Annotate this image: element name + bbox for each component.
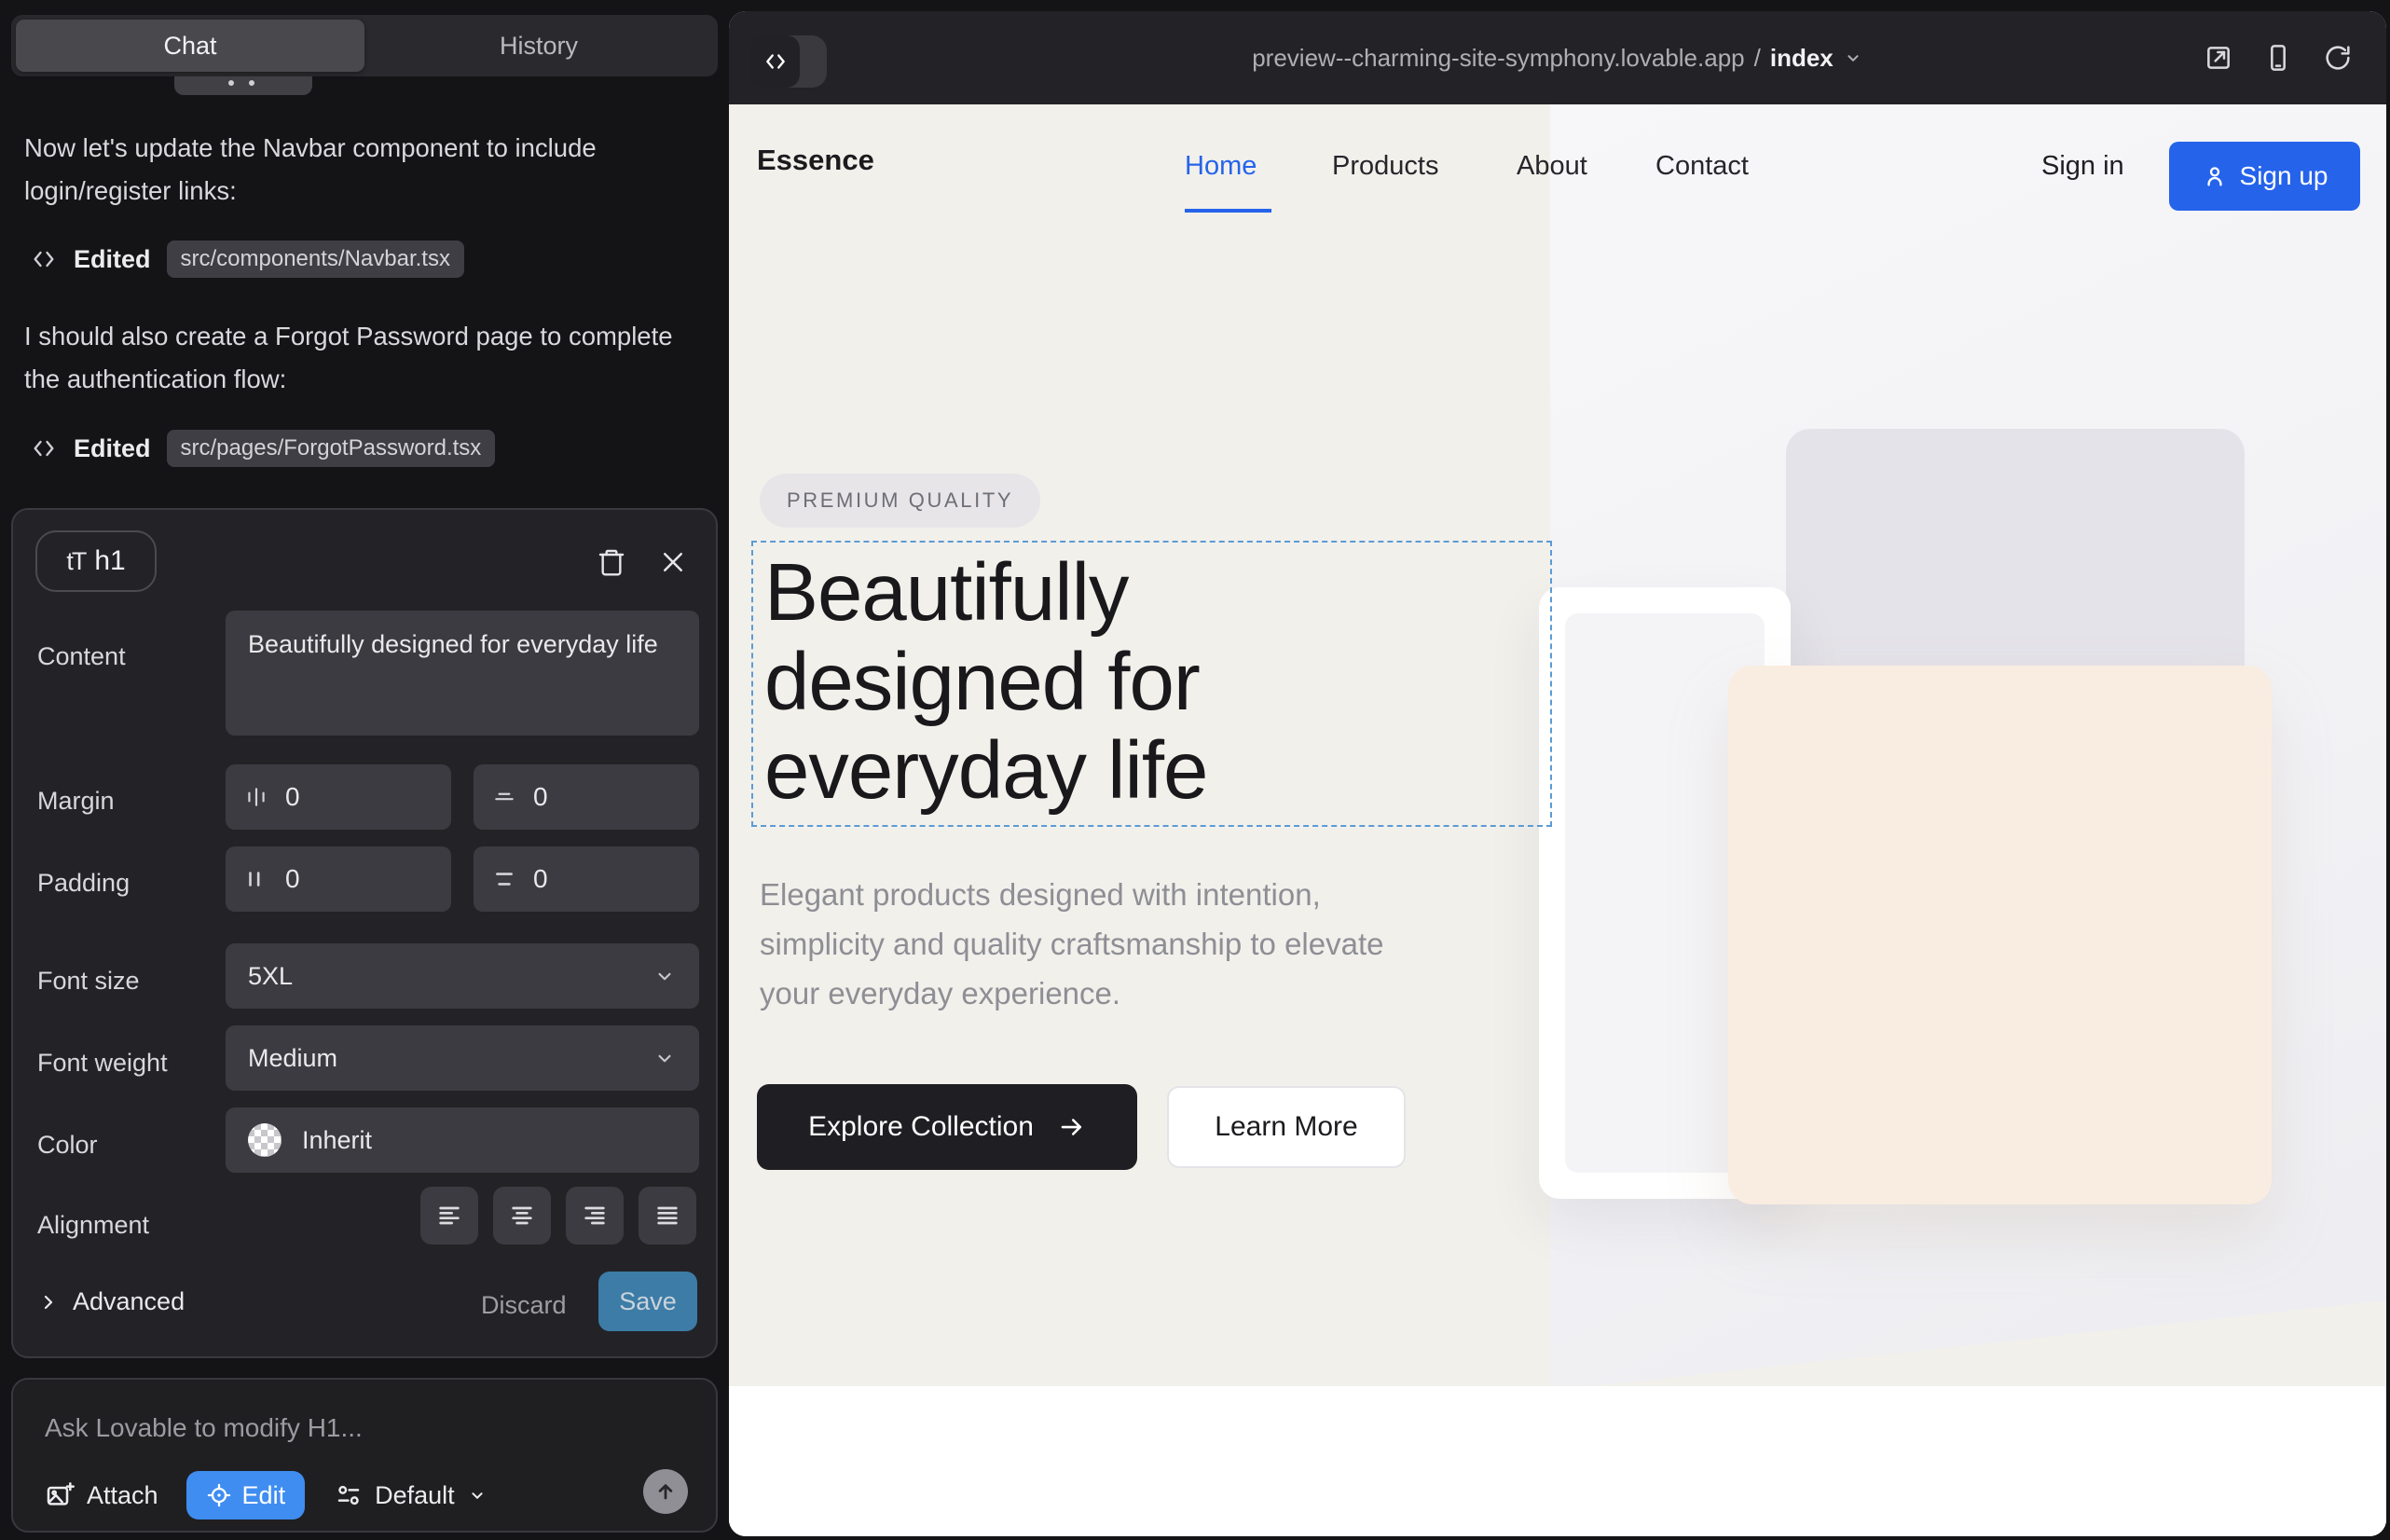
discard-button[interactable]: Discard xyxy=(481,1291,567,1320)
color-select[interactable]: Inherit xyxy=(226,1107,699,1173)
margin-x-input[interactable]: 0 xyxy=(226,764,451,830)
file-chip[interactable]: src/components/Navbar.tsx xyxy=(167,241,464,278)
edited-file-row: Edited src/components/Navbar.tsx xyxy=(30,241,464,278)
padding-x-input[interactable]: 0 xyxy=(226,846,451,912)
user-icon xyxy=(2202,163,2228,189)
code-icon xyxy=(30,434,58,462)
chat-message: Now let's update the Navbar component to… xyxy=(24,127,690,213)
nav-link-contact[interactable]: Contact xyxy=(1655,151,1749,182)
tab-history[interactable]: History xyxy=(364,20,713,72)
font-weight-label: Font weight xyxy=(37,1049,168,1078)
tab-chat[interactable]: Chat xyxy=(16,20,364,72)
edited-file-row: Edited src/pages/ForgotPassword.tsx xyxy=(30,430,495,467)
sliders-icon xyxy=(335,1481,363,1509)
arrow-right-icon xyxy=(1058,1113,1086,1141)
mode-selector[interactable]: Default xyxy=(335,1481,488,1510)
margin-y-icon xyxy=(492,785,516,809)
url-separator: / xyxy=(1754,44,1761,73)
next-section xyxy=(729,1386,2386,1536)
premium-quality-badge: PREMIUM QUALITY xyxy=(760,474,1040,528)
chevron-down-icon xyxy=(1843,48,1863,68)
composer-toolbar: Attach Edit Default xyxy=(45,1471,690,1519)
send-button[interactable] xyxy=(643,1469,688,1514)
color-swatch xyxy=(248,1123,282,1157)
decorative-wedge xyxy=(1592,1300,2386,1386)
edit-mode-button[interactable]: Edit xyxy=(186,1471,306,1519)
chevron-down-icon xyxy=(652,1046,677,1070)
content-input[interactable]: Beautifully designed for everyday life xyxy=(226,611,699,736)
selected-element-tag: tT h1 xyxy=(35,530,157,592)
composer-placeholder: Ask Lovable to modify H1... xyxy=(45,1413,363,1443)
arrow-up-icon xyxy=(652,1478,679,1505)
color-label: Color xyxy=(37,1131,98,1160)
margin-y-input[interactable]: 0 xyxy=(474,764,699,830)
edited-label: Edited xyxy=(74,245,151,274)
alignment-label: Alignment xyxy=(37,1211,149,1240)
site-logo[interactable]: Essence xyxy=(757,144,874,177)
edited-label: Edited xyxy=(74,434,151,463)
truncated-chip xyxy=(174,76,312,95)
mobile-view-button[interactable] xyxy=(2263,43,2293,73)
attach-image-icon xyxy=(45,1480,75,1510)
chevron-down-icon xyxy=(652,964,677,988)
url-host: preview--charming-site-symphony.lovable.… xyxy=(1252,44,1744,73)
file-chip[interactable]: src/pages/ForgotPassword.tsx xyxy=(167,430,496,467)
font-size-select[interactable]: 5XL xyxy=(226,943,699,1009)
selected-h1-outline[interactable]: Beautifully designed for everyday life xyxy=(751,541,1552,827)
font-weight-select[interactable]: Medium xyxy=(226,1025,699,1091)
target-icon xyxy=(206,1482,232,1508)
nav-link-products[interactable]: Products xyxy=(1332,151,1438,182)
margin-x-icon xyxy=(244,785,268,809)
padding-y-input[interactable]: 0 xyxy=(474,846,699,912)
padding-label: Padding xyxy=(37,869,130,898)
chevron-right-icon xyxy=(37,1291,60,1313)
padding-y-icon xyxy=(492,867,516,891)
url-page: index xyxy=(1770,44,1834,73)
code-icon xyxy=(30,245,58,273)
learn-more-button[interactable]: Learn More xyxy=(1167,1086,1406,1168)
signin-link[interactable]: Sign in xyxy=(2041,151,2124,182)
font-size-label: Font size xyxy=(37,967,140,996)
nav-link-about[interactable]: About xyxy=(1517,151,1587,182)
refresh-button[interactable] xyxy=(2323,43,2353,73)
align-right-button[interactable] xyxy=(566,1187,624,1244)
padding-x-icon xyxy=(244,867,268,891)
attach-button[interactable]: Attach xyxy=(45,1480,158,1510)
signup-button[interactable]: Sign up xyxy=(2169,142,2360,211)
element-editor-panel: tT h1 Content Beautifully designed for e… xyxy=(11,508,718,1358)
hero-description: Elegant products designed with intention… xyxy=(760,871,1440,1018)
content-label: Content xyxy=(37,642,126,671)
delete-element-button[interactable] xyxy=(593,543,630,581)
hero-heading[interactable]: Beautifully designed for everyday life xyxy=(764,548,1398,816)
align-center-button[interactable] xyxy=(493,1187,551,1244)
alignment-group xyxy=(420,1187,696,1244)
sidebar-tabbar: Chat History xyxy=(11,15,718,76)
align-left-button[interactable] xyxy=(420,1187,478,1244)
open-external-button[interactable] xyxy=(2204,43,2233,73)
advanced-toggle[interactable]: Advanced xyxy=(37,1287,185,1316)
preview-pane: preview--charming-site-symphony.lovable.… xyxy=(729,11,2386,1536)
close-editor-button[interactable] xyxy=(654,543,692,581)
element-tag-label: h1 xyxy=(94,545,125,577)
save-button[interactable]: Save xyxy=(598,1272,697,1331)
typography-icon: tT xyxy=(66,547,85,576)
chevron-down-icon xyxy=(467,1485,488,1506)
explore-collection-button[interactable]: Explore Collection xyxy=(757,1084,1137,1170)
nav-active-underline xyxy=(1185,209,1271,213)
preview-topbar: preview--charming-site-symphony.lovable.… xyxy=(729,11,2386,104)
topbar-actions xyxy=(2204,11,2353,104)
decorative-card-cream xyxy=(1728,666,2272,1204)
url-bar[interactable]: preview--charming-site-symphony.lovable.… xyxy=(729,11,2386,104)
chat-message: I should also create a Forgot Password p… xyxy=(24,315,690,401)
margin-label: Margin xyxy=(37,787,115,816)
nav-link-home[interactable]: Home xyxy=(1185,151,1257,182)
align-justify-button[interactable] xyxy=(639,1187,696,1244)
chat-composer[interactable]: Ask Lovable to modify H1... Attach Edit … xyxy=(11,1378,718,1533)
site-canvas: Essence Home Products About Contact Sign… xyxy=(729,104,2386,1536)
